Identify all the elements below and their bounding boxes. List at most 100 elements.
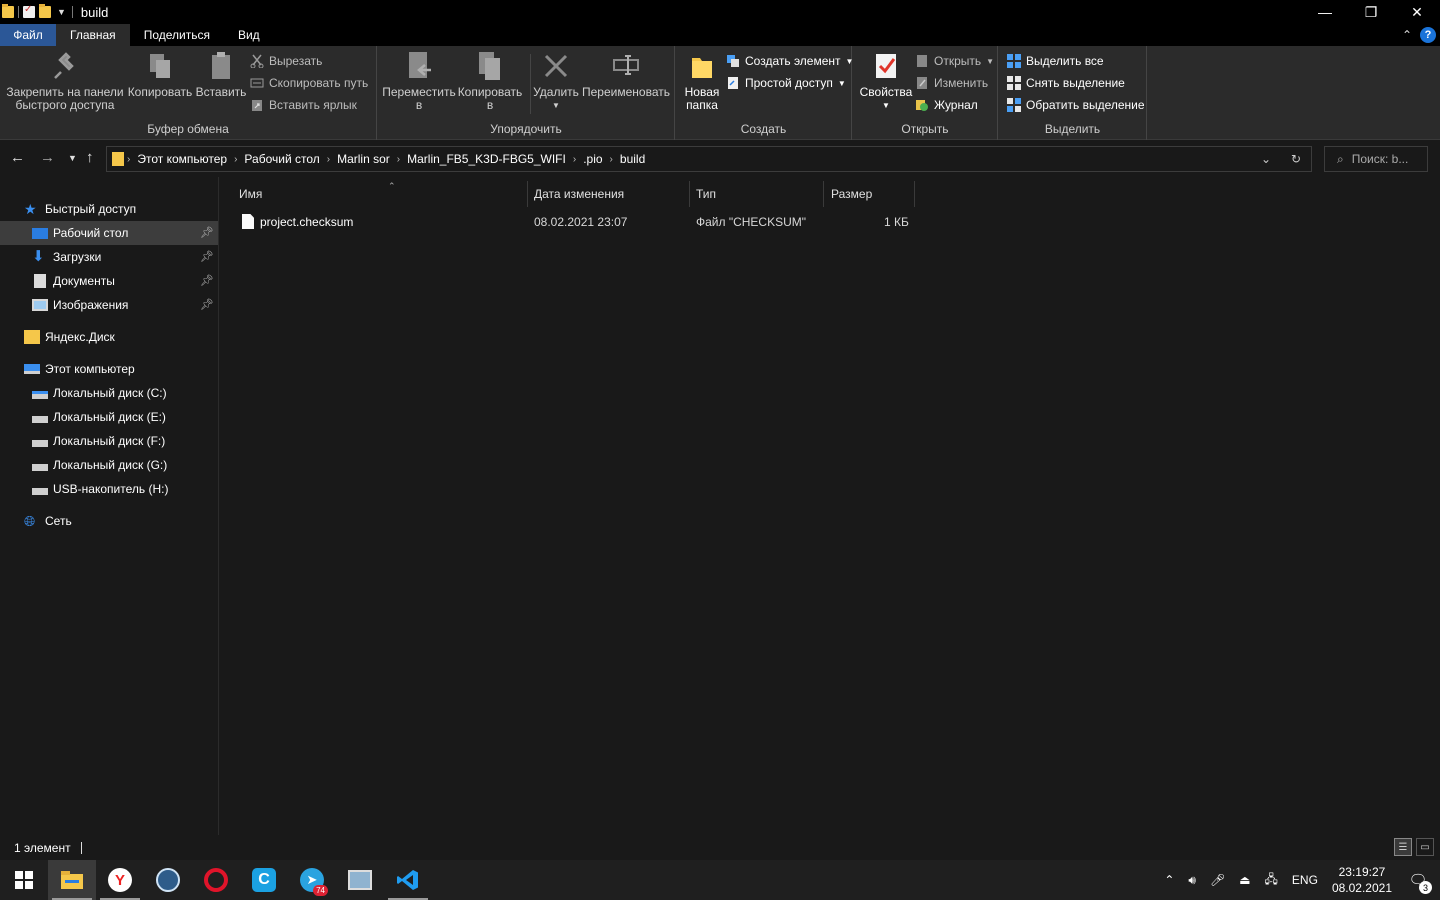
start-button[interactable] [0, 860, 48, 900]
delete-button[interactable]: Удалить ▼ [532, 50, 580, 112]
new-folder-icon[interactable] [39, 4, 51, 18]
history-icon [915, 98, 929, 112]
forward-arrow-icon[interactable]: → [40, 149, 55, 166]
column-header-name-label: Имя [239, 187, 263, 201]
tab-home[interactable]: Главная [56, 24, 130, 46]
taskbar-yandex-browser[interactable]: Y [96, 860, 144, 900]
pin-icon[interactable]: 📌︎ [200, 298, 214, 311]
file-list: ⌃ Имя Дата изменения Тип Размер project.… [220, 177, 1440, 835]
volume-icon[interactable]: 🔊︎ [1188, 873, 1196, 888]
search-input[interactable]: ⌕ Поиск: b... [1324, 146, 1428, 172]
breadcrumb-this-pc[interactable]: Этот компьютер [133, 152, 231, 166]
taskbar-vscode[interactable] [384, 860, 432, 900]
search-placeholder: Поиск: b... [1351, 152, 1409, 166]
delete-chevron-icon: ▼ [552, 101, 560, 110]
paste-shortcut-button[interactable]: Вставить ярлык [250, 95, 357, 115]
nav-drive-e[interactable]: Локальный диск (E:) [0, 405, 218, 429]
quick-access-toolbar: ▼ [0, 0, 66, 24]
tab-file[interactable]: Файл [0, 24, 56, 46]
language-indicator[interactable]: ENG [1292, 873, 1318, 887]
move-to-button[interactable]: Переместить в [382, 50, 456, 112]
invert-selection-button[interactable]: Обратить выделение [1007, 95, 1145, 115]
action-center-button[interactable]: 🗨︎ 3 [1406, 868, 1432, 894]
yandex-browser-icon: Y [108, 868, 132, 892]
breadcrumb-marlin-sor[interactable]: Marlin sor [333, 152, 394, 166]
column-header-name[interactable]: ⌃ Имя [232, 181, 528, 207]
clock[interactable]: 23:19:27 08.02.2021 [1332, 864, 1392, 896]
cut-button[interactable]: Вырезать [250, 51, 322, 71]
taskbar-telegram[interactable]: ➤ 74 [288, 860, 336, 900]
microphone-icon[interactable]: 🎤︎ [1210, 873, 1225, 887]
address-bar[interactable]: › Этот компьютер › Рабочий стол › Marlin… [106, 146, 1312, 172]
easy-access-button[interactable]: Простой доступ ▼ [726, 73, 846, 93]
properties-button[interactable]: Свойства ▼ [857, 50, 915, 112]
nav-desktop-label: Рабочий стол [53, 226, 129, 240]
pin-icon[interactable]: 📌︎ [200, 250, 214, 263]
column-header-date[interactable]: Дата изменения [527, 181, 690, 207]
breadcrumb-build[interactable]: build [616, 152, 649, 166]
copy-path-button[interactable]: Скопировать путь [250, 73, 368, 93]
copy-to-button[interactable]: Копировать в [456, 50, 524, 112]
new-item-button[interactable]: Создать элемент ▼ [726, 51, 853, 71]
address-bar-actions: ⌄ ↻ [1251, 147, 1311, 171]
refresh-icon[interactable]: ↻ [1281, 147, 1311, 171]
taskbar-opera[interactable] [192, 860, 240, 900]
breadcrumb-separator-icon: › [572, 153, 577, 165]
paste-button[interactable]: Вставить [195, 50, 247, 99]
usb-eject-icon[interactable]: ⏏ [1239, 873, 1250, 887]
show-hidden-icons-chevron-icon[interactable]: ⌃ [1164, 873, 1174, 887]
nav-drive-g[interactable]: Локальный диск (G:) [0, 453, 218, 477]
nav-yandex-disk[interactable]: Яндекс.Диск [0, 325, 218, 349]
copy-button[interactable]: Копировать [127, 50, 193, 99]
help-icon[interactable]: ? [1420, 27, 1436, 43]
taskbar-ccleaner[interactable]: C [240, 860, 288, 900]
edit-button[interactable]: Изменить [915, 73, 988, 93]
collapse-ribbon-icon[interactable]: ⌃ [1402, 28, 1412, 42]
details-view-icon[interactable]: ☰ [1394, 838, 1412, 856]
rename-button[interactable]: Переименовать [580, 50, 672, 99]
nav-documents[interactable]: Документы 📌︎ [0, 269, 218, 293]
history-button[interactable]: Журнал [915, 95, 978, 115]
close-button[interactable]: ✕ [1394, 0, 1440, 24]
breadcrumb-pio[interactable]: .pio [579, 152, 606, 166]
back-arrow-icon[interactable]: ← [10, 149, 25, 166]
nav-drive-h[interactable]: USB-накопитель (H:) [0, 477, 218, 501]
minimize-button[interactable]: — [1302, 0, 1348, 24]
customize-toolbar-chevron-icon[interactable]: ▼ [57, 7, 66, 17]
select-none-button[interactable]: Снять выделение [1007, 73, 1125, 93]
taskbar-network-monitor[interactable] [336, 860, 384, 900]
pin-quick-access-button[interactable]: Закрепить на панели быстрого доступа [6, 50, 124, 112]
tab-view[interactable]: Вид [224, 24, 274, 46]
tab-share[interactable]: Поделиться [130, 24, 224, 46]
recent-locations-chevron-icon[interactable]: ▼ [68, 153, 77, 163]
properties-icon[interactable] [23, 4, 35, 18]
open-button[interactable]: Открыть ▼ [915, 51, 994, 71]
nav-pictures[interactable]: Изображения 📌︎ [0, 293, 218, 317]
nav-this-pc[interactable]: Этот компьютер [0, 357, 218, 381]
maximize-button[interactable]: ❐ [1348, 0, 1394, 24]
up-arrow-icon[interactable]: ↑ [86, 149, 94, 166]
nav-drive-f[interactable]: Локальный диск (F:) [0, 429, 218, 453]
breadcrumb-marlin-wifi[interactable]: Marlin_FB5_K3D-FBG5_WIFI [403, 152, 570, 166]
network-monitor-icon [348, 870, 372, 890]
new-folder-button[interactable]: Новая папка [680, 50, 724, 112]
select-all-button[interactable]: Выделить все [1007, 51, 1104, 71]
network-status-icon[interactable]: 🖧 [1265, 870, 1278, 891]
taskbar-explorer[interactable] [48, 860, 96, 900]
breadcrumb-desktop[interactable]: Рабочий стол [240, 152, 323, 166]
column-header-type[interactable]: Тип [689, 181, 824, 207]
file-row[interactable]: project.checksum 08.02.2021 23:07 Файл "… [238, 211, 918, 233]
ribbon: Закрепить на панели быстрого доступа Коп… [0, 46, 1440, 140]
pin-icon[interactable]: 📌︎ [200, 226, 214, 239]
nav-downloads[interactable]: ⬇ Загрузки 📌︎ [0, 245, 218, 269]
nav-quick-access[interactable]: ★ Быстрый доступ [0, 197, 218, 221]
address-history-chevron-icon[interactable]: ⌄ [1251, 147, 1281, 171]
breadcrumb-separator-icon: › [127, 153, 131, 165]
column-header-size[interactable]: Размер [824, 181, 915, 207]
taskbar-support-app[interactable] [144, 860, 192, 900]
large-icons-view-icon[interactable]: ▭ [1416, 838, 1434, 856]
nav-drive-c[interactable]: Локальный диск (C:) [0, 381, 218, 405]
pin-icon[interactable]: 📌︎ [200, 274, 214, 287]
nav-desktop[interactable]: Рабочий стол 📌︎ [0, 221, 218, 245]
nav-network[interactable]: 🌐︎ Сеть [0, 509, 218, 533]
